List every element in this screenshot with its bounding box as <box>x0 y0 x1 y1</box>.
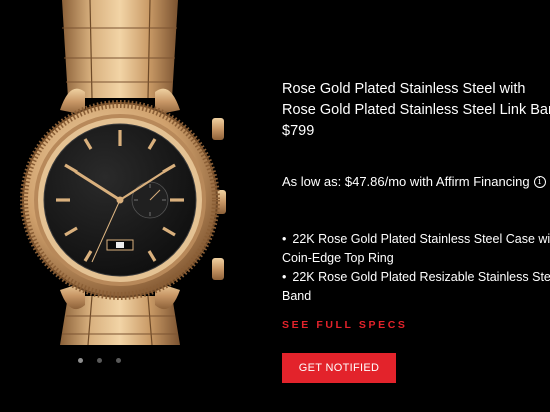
feature-item-1-continued: Coin-Edge Top Ring <box>282 249 550 268</box>
bullet-icon: • <box>282 232 287 246</box>
bullet-icon: • <box>282 270 287 284</box>
carousel-dot-2[interactable] <box>97 358 102 363</box>
product-info: Rose Gold Plated Stainless Steel with Ro… <box>282 0 550 412</box>
product-title: Rose Gold Plated Stainless Steel with Ro… <box>282 79 550 121</box>
feature-item-1-line-1: 22K Rose Gold Plated Stainless Steel Cas… <box>292 232 550 246</box>
product-title-line-2: Rose Gold Plated Stainless Steel Link Ba… <box>282 102 550 118</box>
feature-item-2-line-1: 22K Rose Gold Plated Resizable Stainless… <box>292 270 550 284</box>
feature-item-2-line-2: Band <box>282 289 312 303</box>
watch-illustration <box>20 0 226 346</box>
band-top <box>62 0 178 99</box>
feature-item-2: • 22K Rose Gold Plated Resizable Stainles… <box>282 268 550 287</box>
feature-item-2-continued: Band <box>282 287 550 306</box>
carousel-dot-1[interactable] <box>78 358 83 363</box>
product-price: $799 <box>282 123 315 139</box>
info-circle-icon[interactable]: i <box>533 176 546 188</box>
get-notified-button[interactable]: GET NOTIFIED <box>282 353 396 383</box>
carousel-dots <box>78 358 121 363</box>
carousel-dot-3[interactable] <box>116 358 121 363</box>
product-image <box>10 0 240 412</box>
product-page: Rose Gold Plated Stainless Steel with Ro… <box>0 0 550 412</box>
feature-item-1: • 22K Rose Gold Plated Stainless Steel Ca… <box>282 230 550 249</box>
feature-item-1-line-2: Coin-Edge Top Ring <box>282 251 394 265</box>
product-title-line-1: Rose Gold Plated Stainless Steel with <box>282 81 526 97</box>
see-full-specs-link[interactable]: SEE FULL SPECS <box>282 319 407 331</box>
financing-text: As low as: $47.86/mo with Affirm Financi… <box>282 174 530 189</box>
financing-info: As low as: $47.86/mo with Affirm Financi… <box>282 174 546 190</box>
feature-list: • 22K Rose Gold Plated Stainless Steel Ca… <box>282 230 550 306</box>
watch-dial <box>43 123 197 277</box>
